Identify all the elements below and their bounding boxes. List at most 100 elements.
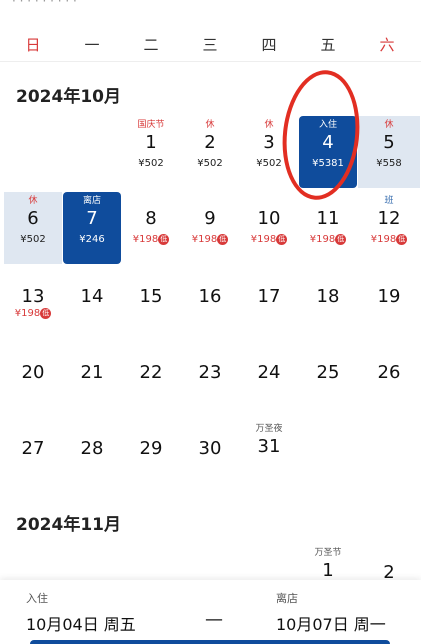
day-cell-oct-26[interactable]: 26 <box>358 352 420 424</box>
day-number: 28 <box>80 438 104 459</box>
day-number: 2 <box>204 132 216 153</box>
checkin-label: 入住 <box>26 592 48 605</box>
low-price-badge: 低 <box>396 234 408 245</box>
day-cell-oct-22[interactable]: 22 <box>122 352 180 424</box>
festival-tag: 万圣节 <box>314 548 342 558</box>
checkin-tag: 入住 <box>318 120 337 130</box>
day-price: ¥502 <box>197 158 223 169</box>
day-cell-oct-18[interactable]: 18 <box>299 276 357 348</box>
day-cell-oct-5[interactable]: 休 5 ¥558 <box>358 116 420 188</box>
day-cell-oct-31[interactable]: 万圣夜 31 <box>240 420 298 492</box>
day-cell-oct-24[interactable]: 24 <box>240 352 298 424</box>
day-cell-oct-9[interactable]: 9 ¥198 低 <box>181 192 239 264</box>
day-number: 29 <box>139 438 163 459</box>
day-cell-oct-6[interactable]: 休 6 ¥502 <box>4 192 62 264</box>
day-cell-oct-13[interactable]: 13 ¥198 低 <box>4 276 62 348</box>
day-price: ¥558 <box>376 158 402 169</box>
day-number: 17 <box>257 286 281 307</box>
day-number: 9 <box>204 208 216 229</box>
day-number: 1 <box>145 132 157 153</box>
day-number: 5 <box>383 132 395 153</box>
day-number: 7 <box>86 208 98 229</box>
day-cell-oct-30[interactable]: 30 <box>181 428 239 500</box>
day-cell-oct-11[interactable]: 11 ¥198 低 <box>299 192 357 264</box>
day-number: 22 <box>139 362 163 383</box>
date-range-dash: — <box>205 609 223 630</box>
day-cell-oct-10[interactable]: 10 ¥198 低 <box>240 192 298 264</box>
day-number: 19 <box>377 286 401 307</box>
day-cell-oct-2[interactable]: 休 2 ¥502 <box>181 116 239 188</box>
day-number: 24 <box>257 362 281 383</box>
day-cell-oct-14[interactable]: 14 <box>63 276 121 348</box>
day-cell-oct-16[interactable]: 16 <box>181 276 239 348</box>
day-cell-oct-1[interactable]: 国庆节 1 ¥502 <box>122 116 180 188</box>
holiday-tag: 休 <box>264 120 274 130</box>
day-cell-oct-27[interactable]: 27 <box>4 428 62 500</box>
price-value: ¥198 <box>309 234 336 245</box>
month-title-october: 2024年10月 <box>16 87 121 107</box>
price-value: ¥198 <box>250 234 277 245</box>
day-cell-oct-15[interactable]: 15 <box>122 276 180 348</box>
checkout-label: 离店 <box>276 592 298 605</box>
day-price: ¥502 <box>138 158 164 169</box>
day-number: 16 <box>198 286 222 307</box>
day-cell-oct-7-checkout[interactable]: 离店 7 ¥246 <box>63 192 121 264</box>
weekday-header: 日 一 二 三 四 五 六 <box>0 28 421 62</box>
day-cell-oct-12[interactable]: 班 12 ¥198 低 <box>358 192 420 264</box>
day-number: 1 <box>322 560 334 581</box>
day-cell-oct-3[interactable]: 休 3 ¥502 <box>240 116 298 188</box>
day-price: ¥246 <box>79 234 105 245</box>
day-number: 31 <box>257 436 281 457</box>
confirm-button-edge[interactable] <box>30 640 390 644</box>
low-price-badge: 低 <box>158 234 170 245</box>
weekday-thu: 四 <box>261 36 277 54</box>
day-cell-oct-21[interactable]: 21 <box>63 352 121 424</box>
day-cell-oct-17[interactable]: 17 <box>240 276 298 348</box>
day-price: ¥198 低 <box>299 234 357 246</box>
price-value: ¥198 <box>370 234 397 245</box>
price-value: ¥198 <box>191 234 218 245</box>
day-number: 25 <box>316 362 340 383</box>
low-price-badge: 低 <box>40 308 52 319</box>
low-price-badge: 低 <box>335 234 347 245</box>
day-number: 30 <box>198 438 222 459</box>
day-number: 20 <box>21 362 45 383</box>
day-cell-oct-28[interactable]: 28 <box>63 428 121 500</box>
day-number: 3 <box>263 132 275 153</box>
price-value: ¥198 <box>14 308 41 319</box>
holiday-tag: 休 <box>384 120 394 130</box>
day-price: ¥198 低 <box>4 308 62 320</box>
holiday-tag: 国庆节 <box>137 120 165 130</box>
day-price: ¥198 低 <box>122 234 180 246</box>
checkout-date: 10月07日 周一 <box>276 615 386 634</box>
day-price: ¥198 低 <box>240 234 298 246</box>
day-cell-oct-4-checkin[interactable]: 入住 4 ¥5381 <box>299 116 357 188</box>
day-number: 21 <box>80 362 104 383</box>
checkin-date: 10月04日 周五 <box>26 615 136 634</box>
day-number: 12 <box>377 208 401 229</box>
day-number: 27 <box>21 438 45 459</box>
day-price: ¥5381 <box>312 158 344 169</box>
day-price: ¥198 低 <box>181 234 239 246</box>
day-cell-oct-19[interactable]: 19 <box>358 276 420 348</box>
weekday-tue: 二 <box>143 36 159 54</box>
day-cell-oct-23[interactable]: 23 <box>181 352 239 424</box>
weekday-mon: 一 <box>84 36 100 54</box>
day-cell-oct-8[interactable]: 8 ¥198 低 <box>122 192 180 264</box>
stay-summary-bar[interactable]: 入住 10月04日 周五 — 离店 10月07日 周一 <box>0 580 421 644</box>
day-cell-oct-25[interactable]: 25 <box>299 352 357 424</box>
low-price-badge: 低 <box>217 234 229 245</box>
day-number: 26 <box>377 362 401 383</box>
day-number: 11 <box>316 208 340 229</box>
day-number: 18 <box>316 286 340 307</box>
day-number: 6 <box>27 208 39 229</box>
day-cell-oct-20[interactable]: 20 <box>4 352 62 424</box>
day-number: 4 <box>322 132 334 153</box>
day-number: 14 <box>80 286 104 307</box>
day-cell-oct-29[interactable]: 29 <box>122 428 180 500</box>
scrolled-header-text: · · · · · · · · · <box>12 0 182 6</box>
day-price: ¥502 <box>256 158 282 169</box>
day-price: ¥502 <box>20 234 46 245</box>
day-number: 13 <box>21 286 45 307</box>
month-title-november: 2024年11月 <box>16 515 121 535</box>
